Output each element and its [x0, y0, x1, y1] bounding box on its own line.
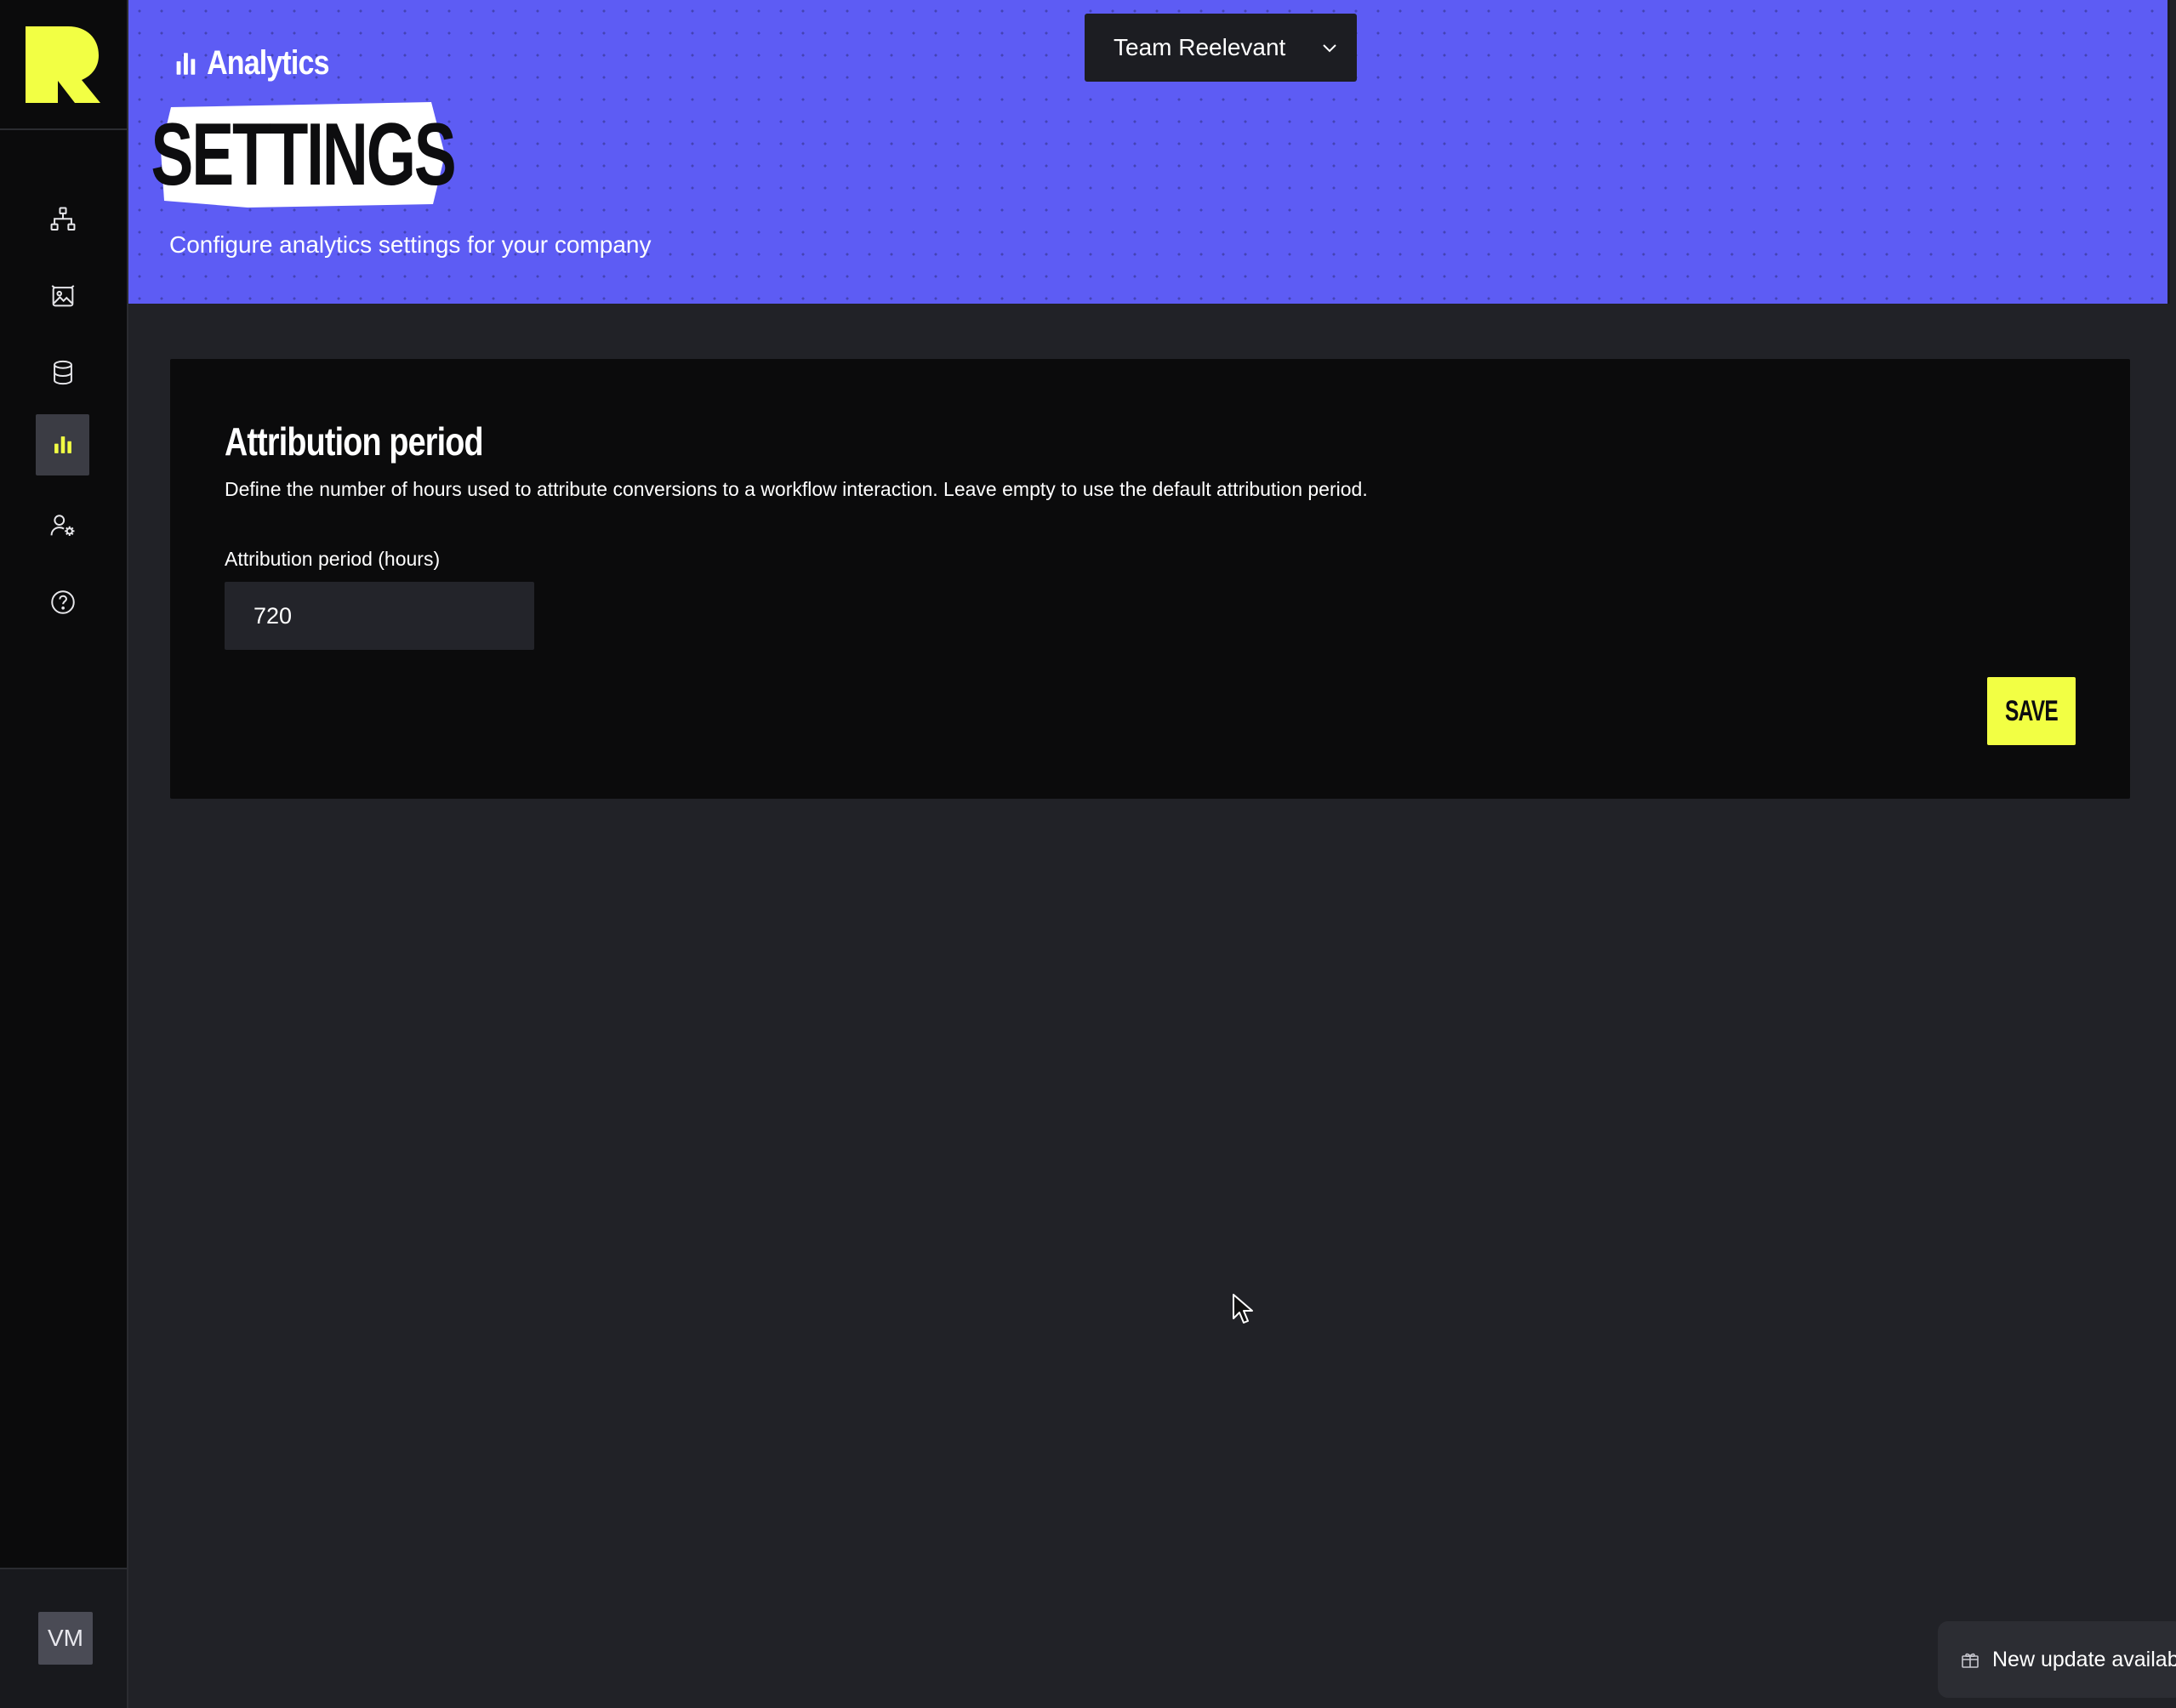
attribution-title: Attribution period [225, 419, 484, 464]
section-label-text: Analytics [207, 44, 329, 82]
sidebar-item-analytics[interactable] [36, 414, 89, 475]
update-toast[interactable]: New update availab [1938, 1621, 2176, 1698]
save-button-label: SAVE [2005, 694, 2059, 727]
attribution-description: Define the number of hours used to attri… [225, 478, 1368, 500]
attribution-field-label: Attribution period (hours) [225, 548, 441, 570]
sidebar-item-workflows[interactable] [36, 189, 89, 250]
user-settings-icon [50, 515, 74, 537]
page-title: SETTINGS [151, 105, 456, 204]
chevron-down-icon [1323, 44, 1336, 53]
save-button[interactable]: SAVE [1987, 677, 2076, 745]
gift-icon [1962, 1653, 1979, 1668]
sidebar-footer: VM [0, 1568, 127, 1708]
sidebar: VM [0, 0, 128, 1708]
workflow-icon [50, 207, 75, 231]
section-label: Analytics [174, 44, 329, 83]
reelevant-logo[interactable] [25, 26, 102, 103]
help-icon [50, 590, 75, 614]
database-icon [53, 360, 72, 385]
analytics-icon [176, 52, 196, 75]
image-gallery-icon [51, 285, 74, 307]
analytics-icon [54, 436, 71, 453]
page-subtitle: Configure analytics settings for your co… [169, 231, 652, 258]
sidebar-item-media[interactable] [36, 265, 89, 327]
attribution-card: Attribution period Define the number of … [170, 359, 2130, 799]
sidebar-item-help[interactable] [36, 572, 89, 633]
sidebar-item-user-settings[interactable] [36, 495, 89, 556]
page-header: Analytics SETTINGS Configure analytics s… [128, 0, 2170, 304]
page-title-badge: SETTINGS [151, 100, 457, 209]
avatar[interactable]: VM [38, 1612, 93, 1665]
attribution-period-input[interactable] [225, 582, 534, 650]
team-select[interactable]: Team Reelevant [1085, 14, 1357, 82]
logo-area [0, 0, 127, 130]
mouse-cursor-icon [1233, 1294, 1253, 1324]
update-toast-text: New update availab [1992, 1647, 2176, 1671]
sidebar-item-data-sources[interactable] [36, 342, 89, 403]
team-select-value: Team Reelevant [1114, 34, 1286, 60]
